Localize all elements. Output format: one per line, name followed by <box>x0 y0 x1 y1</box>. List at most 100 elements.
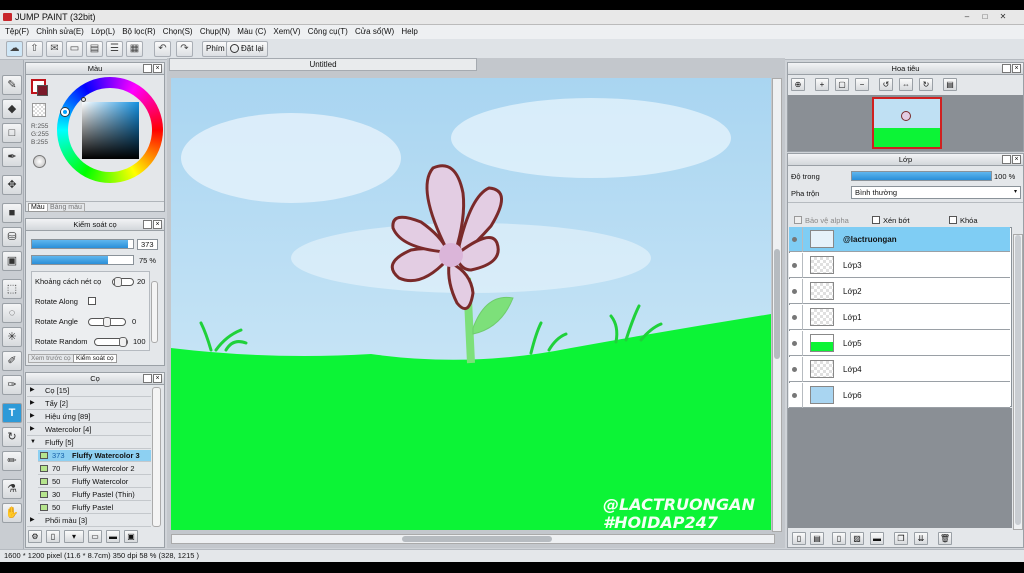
brush-item[interactable]: 70 Fluffy Watercolor 2 <box>38 463 151 475</box>
bucket-tool-icon[interactable]: ⛁ <box>2 227 22 247</box>
canvas-tab[interactable]: Untitled <box>169 58 477 71</box>
phim-button[interactable]: Phím <box>202 41 229 57</box>
menu-file[interactable]: Tệp(F) <box>5 27 29 36</box>
drawing-canvas[interactable] <box>171 78 771 530</box>
redo-icon[interactable]: ↷ <box>176 41 193 57</box>
eyedropper-tool-icon[interactable]: ✏ <box>2 451 22 471</box>
new-layer-text-icon[interactable]: ▤ <box>810 532 824 545</box>
close-button[interactable]: ✕ <box>996 12 1010 22</box>
layer-row[interactable]: Lớp4 <box>789 357 1010 382</box>
delete-brush-icon[interactable]: ▣ <box>124 530 138 543</box>
rotate-angle-slider[interactable] <box>88 317 126 327</box>
hand-tool-icon[interactable]: ✋ <box>2 503 22 523</box>
eye-icon[interactable] <box>792 315 797 320</box>
zoom-actual-icon[interactable]: ▢ <box>835 78 849 91</box>
cloud-icon[interactable]: ☁ <box>6 41 23 57</box>
rotate-random-slider[interactable] <box>94 337 128 347</box>
navigator-settings-icon[interactable]: ▤ <box>943 78 957 91</box>
eye-icon[interactable] <box>792 263 797 268</box>
brush-item-selected[interactable]: 373 Fluffy Watercolor 3 <box>38 450 151 462</box>
float-icon[interactable] <box>1002 155 1011 164</box>
tab-brush-preview[interactable]: Xem trước cọ <box>28 354 74 363</box>
spacing-slider[interactable] <box>112 277 134 287</box>
minimize-button[interactable]: – <box>960 12 974 22</box>
eye-icon[interactable] <box>792 289 797 294</box>
undo-icon[interactable]: ↶ <box>154 41 171 57</box>
flip-icon[interactable]: ⇔ <box>899 78 913 91</box>
transparent-swatch[interactable] <box>32 103 46 117</box>
float-icon[interactable] <box>143 374 152 383</box>
gradient-tool-icon[interactable]: ▣ <box>2 251 22 271</box>
eraser-tool-icon[interactable]: ◆ <box>2 99 22 119</box>
layer-scroll-thumb[interactable] <box>1015 235 1021 525</box>
menu-view[interactable]: Xem(V) <box>273 27 300 36</box>
hue-marker[interactable] <box>61 108 69 116</box>
tab-color[interactable]: Màu <box>28 203 48 212</box>
merge-layer-icon[interactable]: ⇊ <box>914 532 928 545</box>
delete-layer-icon[interactable]: 🗑 <box>938 532 952 545</box>
zoom-fit-icon[interactable]: ⊕ <box>791 78 805 91</box>
horizontal-scrollbar[interactable] <box>171 534 775 544</box>
saturation-square[interactable] <box>82 102 139 159</box>
brush-tool-icon[interactable]: ✎ <box>2 75 22 95</box>
horizontal-scroll-thumb[interactable] <box>402 536 552 542</box>
close-icon[interactable]: × <box>1012 64 1021 73</box>
comment-icon[interactable]: ▭ <box>66 41 83 57</box>
layer-pattern-icon[interactable]: ▨ <box>850 532 864 545</box>
float-icon[interactable] <box>143 220 152 229</box>
brush-group[interactable]: ▶ Watercolor [4] <box>27 424 151 436</box>
select-eraser-tool-icon[interactable]: ✑ <box>2 375 22 395</box>
page-icon[interactable]: ▤ <box>86 41 103 57</box>
brush-opacity-slider[interactable] <box>31 255 134 265</box>
brush-group-expanded[interactable]: ▼ Fluffy [5] <box>27 437 151 449</box>
float-icon[interactable] <box>143 64 152 73</box>
menu-help[interactable]: Help <box>401 27 417 36</box>
eye-icon[interactable] <box>792 237 797 242</box>
layer-row[interactable]: Lớp1 <box>789 305 1010 330</box>
rectangle-tool-icon[interactable]: □ <box>2 123 22 143</box>
menu-edit[interactable]: Chỉnh sửa(E) <box>36 27 84 36</box>
magic-wand-tool-icon[interactable]: ✳ <box>2 327 22 347</box>
brush-item[interactable]: 50 Fluffy Pastel <box>38 502 151 514</box>
tab-palette[interactable]: Bảng màu <box>47 203 85 212</box>
brush-scrollbar[interactable] <box>152 387 161 527</box>
palette-icon[interactable] <box>33 155 46 168</box>
vertical-scroll-thumb[interactable] <box>774 249 780 359</box>
menu-window[interactable]: Cửa sổ(W) <box>355 27 394 36</box>
brush-size-value[interactable]: 373 <box>137 239 158 250</box>
brush-group[interactable]: ▶ Tẩy [2] <box>27 398 151 410</box>
zoom-in-icon[interactable]: + <box>815 78 829 91</box>
menu-select[interactable]: Chọn(S) <box>163 27 193 36</box>
folder-icon[interactable]: ▬ <box>106 530 120 543</box>
grid-icon[interactable]: ▦ <box>126 41 143 57</box>
new-layer-icon[interactable]: ▯ <box>792 532 806 545</box>
eye-icon[interactable] <box>792 393 797 398</box>
close-icon[interactable]: × <box>153 374 162 383</box>
new-brush-icon[interactable]: ▯ <box>46 530 60 543</box>
maximize-button[interactable]: □ <box>978 12 992 22</box>
brush-size-slider[interactable] <box>31 239 134 249</box>
layer-opacity-slider[interactable] <box>851 171 992 181</box>
tab-brush-control[interactable]: Kiểm soát cọ <box>73 354 117 363</box>
menu-tools[interactable]: Công cụ(T) <box>308 27 348 36</box>
menu-capture[interactable]: Chụp(N) <box>200 27 230 36</box>
duplicate-layer-icon[interactable]: ❐ <box>894 532 908 545</box>
brush-group[interactable]: ▶ Cọ [15] <box>27 385 151 397</box>
menu-color[interactable]: Màu (C) <box>237 27 266 36</box>
close-icon[interactable]: × <box>1012 155 1021 164</box>
brush-group[interactable]: ▶ Hiệu ứng [89] <box>27 411 151 423</box>
background-swatch[interactable] <box>37 85 48 96</box>
close-icon[interactable]: × <box>153 220 162 229</box>
lasso-tool-icon[interactable]: ◌ <box>2 303 22 323</box>
settings-scrollbar[interactable] <box>151 281 158 343</box>
brush-settings-icon[interactable]: ⚙ <box>28 530 42 543</box>
menu-layer[interactable]: Lớp(L) <box>91 27 115 36</box>
float-icon[interactable] <box>1002 64 1011 73</box>
vertical-scrollbar[interactable] <box>772 78 782 532</box>
text-tool-icon[interactable]: T <box>2 403 22 423</box>
layer-row[interactable]: Lớp5 <box>789 331 1010 356</box>
eye-icon[interactable] <box>792 341 797 346</box>
layer-row[interactable]: @lactruongan <box>789 227 1010 252</box>
alpha-protect-checkbox[interactable] <box>794 216 802 224</box>
dropper-tool-icon[interactable]: ⚗ <box>2 479 22 499</box>
